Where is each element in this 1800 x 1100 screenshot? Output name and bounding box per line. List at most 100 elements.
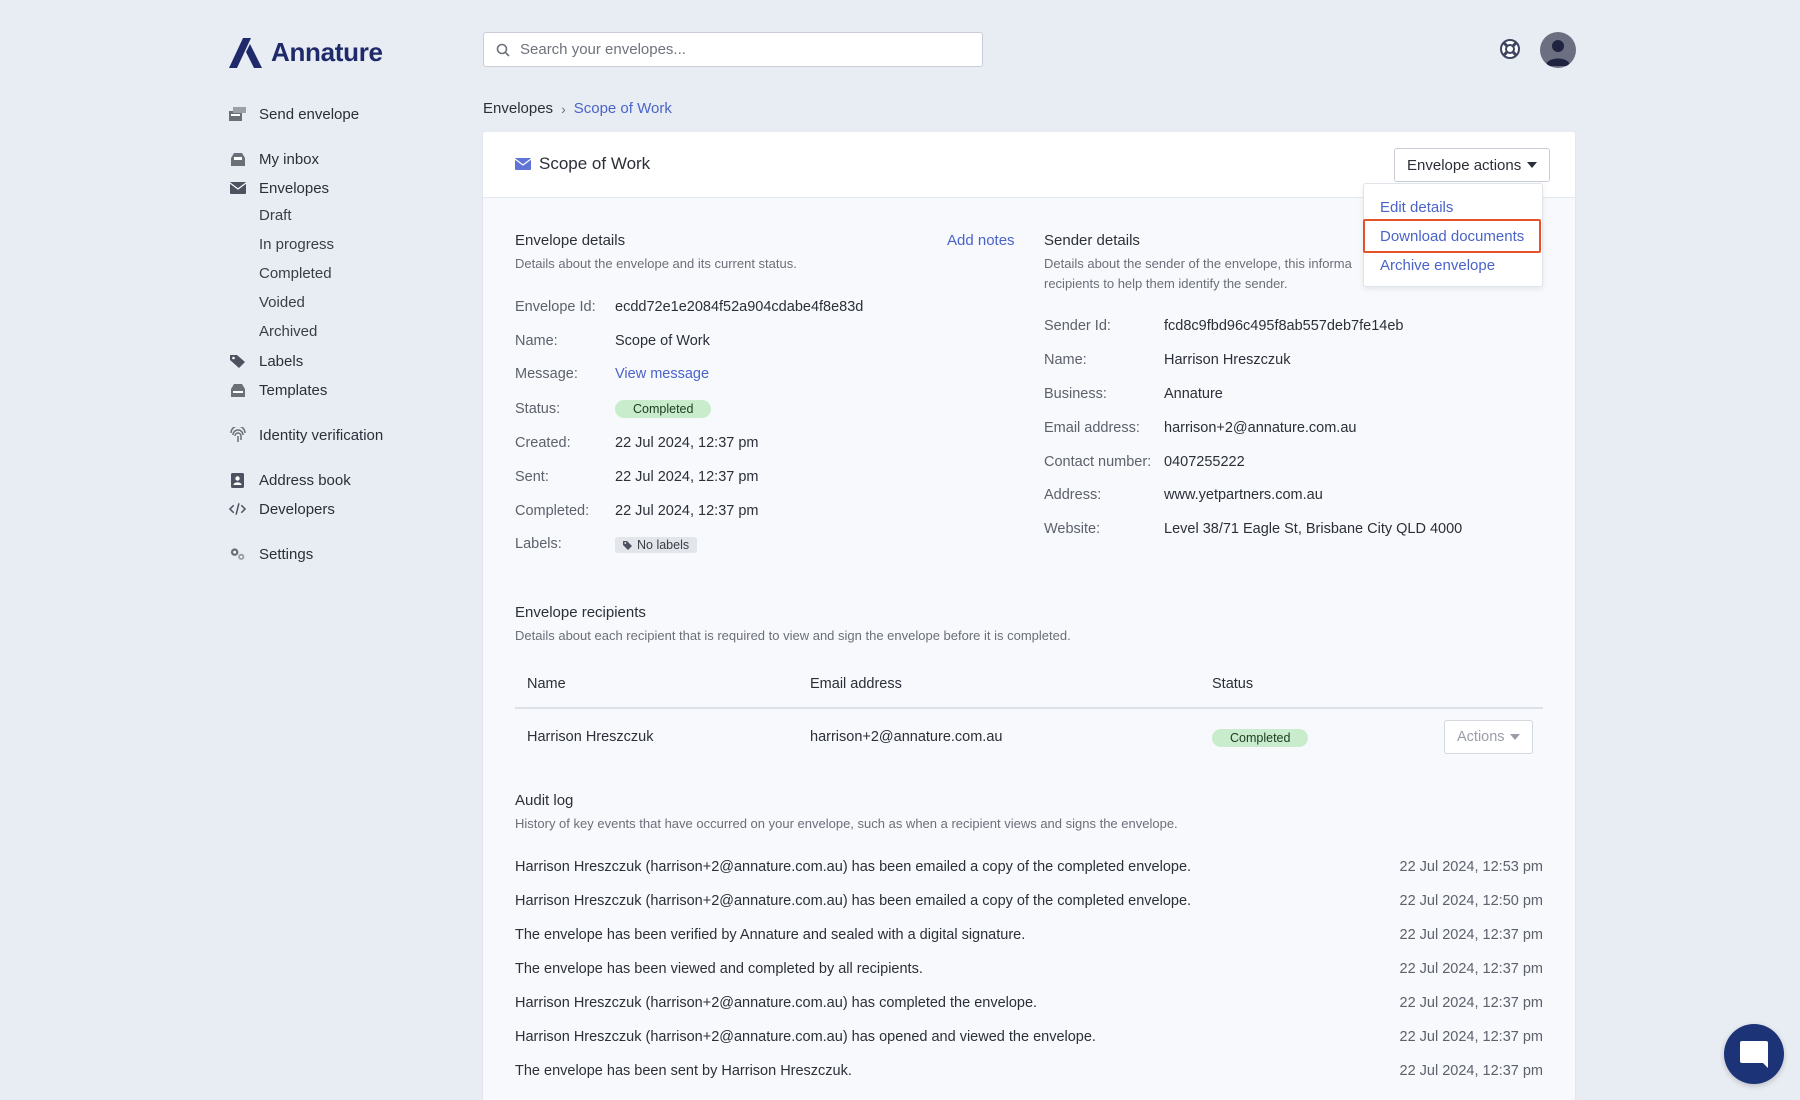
audit-event-time: 22 Jul 2024, 12:37 pm: [1399, 1029, 1544, 1045]
contact-number-value: 0407255222: [1164, 454, 1245, 470]
audit-event-time: 22 Jul 2024, 12:37 pm: [1399, 995, 1544, 1011]
caret-down-icon: [1509, 734, 1520, 740]
sidebar-item-templates[interactable]: Templates: [229, 379, 327, 401]
help-icon[interactable]: [1499, 38, 1521, 60]
column-header-name: Name: [527, 676, 566, 692]
add-notes-link[interactable]: Add notes: [947, 232, 1015, 249]
field-label: Address:: [1044, 487, 1102, 503]
templates-icon: [229, 382, 246, 399]
user-avatar[interactable]: [1540, 32, 1576, 68]
sidebar-subitem-completed[interactable]: Completed: [259, 263, 332, 285]
breadcrumb-current[interactable]: Scope of Work: [574, 100, 672, 117]
column-header-status: Status: [1212, 676, 1254, 692]
sender-details-description: Details about the sender of the envelope…: [1044, 256, 1352, 291]
gears-icon: [229, 546, 246, 563]
address-book-icon: [229, 472, 246, 489]
audit-event-time: 22 Jul 2024, 12:53 pm: [1399, 859, 1544, 875]
sidebar-item-label: Labels: [259, 352, 304, 370]
sidebar-subitem-in-progress[interactable]: In progress: [259, 234, 334, 256]
user-icon: [1546, 40, 1570, 66]
breadcrumb: Envelopes › Scope of Work: [483, 100, 672, 117]
chat-bubble-icon: [1740, 1041, 1768, 1068]
sender-id-value: fcd8c9fbd96c495f8ab557deb7fe14eb: [1164, 318, 1404, 334]
table-row: [515, 709, 1543, 769]
sidebar-item-send-envelope[interactable]: Send envelope: [229, 103, 359, 125]
audit-event-time: 22 Jul 2024, 12:37 pm: [1399, 1063, 1544, 1079]
sent-value: 22 Jul 2024, 12:37 pm: [615, 469, 759, 485]
search-icon: [496, 43, 510, 57]
audit-event-time: 22 Jul 2024, 12:37 pm: [1399, 961, 1544, 977]
envelope-icon: [229, 180, 246, 197]
fingerprint-icon: [229, 427, 246, 444]
actions-label: Actions: [1457, 729, 1505, 745]
envelope-recipients-title: Envelope recipients: [515, 604, 646, 621]
menu-item-download-documents[interactable]: Download documents: [1380, 228, 1524, 245]
email-value: harrison+2@annature.com.au: [1164, 420, 1357, 436]
sidebar-item-labels[interactable]: Labels: [229, 350, 303, 372]
sidebar-subitem-archived[interactable]: Archived: [259, 321, 317, 343]
field-label: Contact number:: [1044, 454, 1152, 470]
field-label: Business:: [1044, 386, 1107, 402]
status-badge: Completed: [615, 400, 712, 418]
field-label: Created:: [515, 435, 571, 451]
audit-event-text: The envelope has been viewed and complet…: [515, 961, 923, 977]
no-labels-text: No labels: [637, 538, 690, 552]
recipient-name: Harrison Hreszczuk: [527, 729, 654, 745]
sidebar-subitem-draft[interactable]: Draft: [259, 205, 292, 227]
envelope-details-title: Envelope details: [515, 232, 626, 249]
field-label: Completed:: [515, 503, 590, 519]
app-logo[interactable]: Annature: [229, 36, 383, 68]
audit-event-time: 22 Jul 2024, 12:37 pm: [1399, 927, 1544, 943]
sidebar-subitem-voided[interactable]: Voided: [259, 292, 305, 314]
field-label: Sent:: [515, 469, 549, 485]
sidebar-item-envelopes[interactable]: Envelopes: [229, 177, 329, 199]
search-input[interactable]: [520, 41, 960, 58]
column-header-email: Email address: [810, 676, 902, 692]
field-label: Name:: [1044, 352, 1087, 368]
envelope-title: Scope of Work: [515, 154, 650, 174]
label-tag-icon: [229, 353, 246, 370]
recipient-actions-button[interactable]: Actions: [1444, 720, 1533, 754]
inbox-icon: [229, 151, 246, 168]
tag-icon: [623, 541, 632, 550]
envelope-actions-button[interactable]: Envelope actions: [1394, 148, 1551, 182]
menu-item-edit-details[interactable]: Edit details: [1380, 199, 1453, 216]
envelope-actions-menu: Edit details Download documents Archive …: [1363, 183, 1543, 287]
sidebar-item-my-inbox[interactable]: My inbox: [229, 148, 319, 170]
field-label: Website:: [1044, 521, 1101, 537]
audit-event-time: 22 Jul 2024, 12:50 pm: [1399, 893, 1544, 909]
no-labels-badge[interactable]: No labels: [615, 537, 698, 553]
sidebar-item-label: Send envelope: [259, 105, 360, 123]
caret-down-icon: [1527, 162, 1538, 168]
field-label: Labels:: [515, 536, 562, 552]
view-message-link[interactable]: View message: [615, 366, 709, 382]
business-value: Annature: [1164, 386, 1223, 402]
envelope-id-value: ecdd72e1e2084f52a904cdabe4f8e83d: [615, 299, 864, 315]
chat-widget-button[interactable]: [1724, 1024, 1784, 1084]
completed-value: 22 Jul 2024, 12:37 pm: [615, 503, 759, 519]
audit-log-title: Audit log: [515, 792, 574, 809]
field-label: Name:: [515, 333, 558, 349]
created-value: 22 Jul 2024, 12:37 pm: [615, 435, 759, 451]
envelope-name-value: Scope of Work: [615, 333, 710, 349]
envelope-title-text: Scope of Work: [539, 154, 651, 173]
sidebar-item-address-book[interactable]: Address book: [229, 469, 351, 491]
field-label: Status:: [515, 401, 561, 417]
menu-item-archive-envelope[interactable]: Archive envelope: [1380, 257, 1495, 274]
audit-event-text: Harrison Hreszczuk (harrison+2@annature.…: [515, 859, 1192, 875]
sidebar-item-identity-verification[interactable]: Identity verification: [229, 424, 383, 446]
audit-log-description: History of key events that have occurred…: [515, 816, 1178, 831]
send-envelope-icon: [229, 106, 246, 123]
audit-event-text: Harrison Hreszczuk (harrison+2@annature.…: [515, 893, 1192, 909]
audit-event-text: Harrison Hreszczuk (harrison+2@annature.…: [515, 995, 1038, 1011]
sidebar-item-label: Templates: [259, 381, 328, 399]
sidebar-item-developers[interactable]: Developers: [229, 498, 335, 520]
recipient-email: harrison+2@annature.com.au: [810, 729, 1003, 745]
sidebar-item-settings[interactable]: Settings: [229, 543, 313, 565]
sidebar-item-label: Identity verification: [259, 426, 384, 444]
search-box[interactable]: [483, 32, 983, 67]
audit-event-text: The envelope has been verified by Annatu…: [515, 927, 1026, 943]
sender-name-value: Harrison Hreszczuk: [1164, 352, 1291, 368]
field-label: Email address:: [1044, 420, 1140, 436]
breadcrumb-envelopes-link[interactable]: Envelopes: [483, 100, 553, 117]
